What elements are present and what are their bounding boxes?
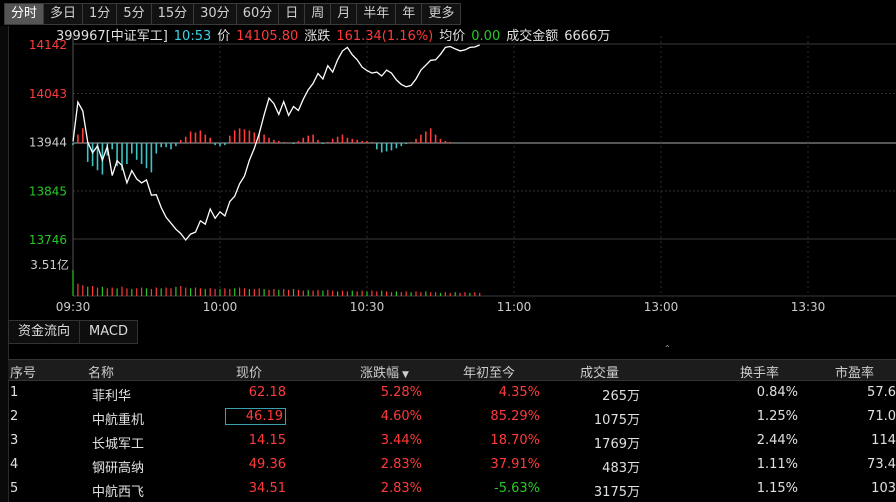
turnover-value: 6666万 — [564, 29, 611, 44]
period-tab[interactable]: 年 — [396, 3, 423, 25]
cell-volume: 483万 — [602, 461, 640, 476]
quote-time: 10:53 — [173, 29, 212, 44]
col-change-label: 涨跌幅 — [360, 366, 400, 381]
quote-info-bar: 399967[中证军工] 10:53 价 14105.80 涨跌 161.34(1.16%… — [56, 25, 616, 44]
cell-price: 62.18 — [248, 385, 286, 400]
intraday-chart[interactable]: 14142140431394413845137463.51亿 09:30 10:0… — [0, 25, 896, 320]
cell-ytd: 18.70% — [490, 433, 540, 448]
cell-change: 2.83% — [380, 457, 422, 472]
volume-axis-label: 3.51亿 — [30, 257, 69, 272]
cell-rank: 4 — [10, 457, 19, 472]
period-tab[interactable]: 日 — [279, 3, 306, 25]
period-tab[interactable]: 周 — [305, 3, 332, 25]
cell-price: 46.19 — [224, 408, 286, 425]
price-axis-label: 13944 — [29, 136, 67, 150]
cell-pe: 73.4 — [867, 457, 896, 472]
col-ytd[interactable]: 年初至今 — [463, 362, 515, 381]
period-tab[interactable]: 5分 — [117, 3, 152, 25]
col-change[interactable]: 涨跌幅 ▼ — [360, 362, 409, 381]
cell-rank: 5 — [10, 481, 19, 496]
col-turnover[interactable]: 换手率 — [740, 362, 779, 381]
cell-price: 34.51 — [248, 481, 286, 496]
price-axis-label: 13746 — [29, 233, 67, 247]
cell-pe: 71.0 — [867, 409, 896, 424]
cell-turnover: 1.25% — [756, 409, 798, 424]
tab-macd[interactable]: MACD — [80, 320, 138, 344]
cell-turnover: 2.44% — [756, 433, 798, 448]
sort-desc-icon: ▼ — [402, 370, 409, 380]
cell-ytd: 85.29% — [490, 409, 540, 424]
period-tab[interactable]: 1分 — [83, 3, 118, 25]
table-row[interactable]: 2 中航重机 46.19 4.60% 85.29% 1075万 1.25% 71.0 — [8, 405, 896, 429]
avg-label: 均价 — [439, 29, 466, 44]
cell-name: 钢研高纳 — [92, 461, 145, 476]
period-tab-bar: 分时 多日 1分 5分 15分 30分 60分日周月半年年更多 — [4, 3, 462, 25]
avg-value: 0.00 — [471, 29, 501, 44]
cell-rank: 3 — [10, 433, 19, 448]
tab-fund-flow[interactable]: 资金流向 — [8, 320, 81, 344]
cell-price: 49.36 — [248, 457, 286, 472]
time-axis-label: 09:30 — [56, 300, 91, 314]
cell-turnover: 1.11% — [756, 457, 798, 472]
period-tab[interactable]: 半年 — [357, 3, 397, 25]
change-value: 161.34(1.16%) — [336, 29, 434, 44]
cell-volume: 265万 — [602, 389, 640, 404]
cell-ytd: 37.91% — [490, 457, 540, 472]
constituents-table: 序号 名称 现价 涨跌幅 ▼ 年初至今 成交量 换手率 市盈率 1 菲利华 62.18… — [8, 359, 896, 501]
table-row[interactable]: 1 菲利华 62.18 5.28% 4.35% 265万 0.84% 57.6 — [8, 381, 896, 405]
cell-change: 4.60% — [380, 409, 422, 424]
time-axis-label: 10:00 — [203, 300, 238, 314]
cell-ytd: 4.35% — [498, 385, 540, 400]
turnover-label: 成交金额 — [506, 29, 559, 44]
cell-pe: 57.6 — [867, 385, 896, 400]
table-row[interactable]: 4 钢研高纳 49.36 2.83% 37.91% 483万 1.11% 73.4 — [8, 453, 896, 477]
cell-name: 中航重机 — [92, 413, 145, 428]
price-axis-label: 14043 — [29, 87, 67, 101]
table-row[interactable]: 5 中航西飞 34.51 2.83% -5.63% 3175万 1.15% 103 — [8, 477, 896, 501]
index-code: 399967[中证军工] — [56, 29, 168, 44]
col-rank[interactable]: 序号 — [10, 362, 36, 381]
period-tab[interactable]: 分时 — [4, 3, 45, 25]
price-label: 价 — [217, 29, 231, 44]
cell-price: 14.15 — [248, 433, 286, 448]
period-tab[interactable]: 多日 — [44, 3, 84, 25]
cell-name: 中航西飞 — [92, 485, 145, 500]
cell-rank: 1 — [10, 385, 19, 400]
collapse-handle-icon[interactable]: ⌃ — [664, 345, 674, 353]
cell-pe: 114 — [871, 433, 896, 448]
table-row[interactable]: 3 长城军工 14.15 3.44% 18.70% 1769万 2.44% 114 — [8, 429, 896, 453]
cell-turnover: 0.84% — [756, 385, 798, 400]
col-volume[interactable]: 成交量 — [580, 362, 619, 381]
period-tab[interactable]: 更多 — [422, 3, 462, 25]
col-price[interactable]: 现价 — [236, 362, 262, 381]
cell-change: 2.83% — [380, 481, 422, 496]
cell-volume: 1769万 — [593, 437, 640, 452]
table-header: 序号 名称 现价 涨跌幅 ▼ 年初至今 成交量 换手率 市盈率 — [8, 359, 896, 381]
period-tab[interactable]: 60分 — [236, 3, 280, 25]
cell-volume: 1075万 — [593, 413, 640, 428]
cell-volume: 3175万 — [593, 485, 640, 500]
period-tab[interactable]: 15分 — [151, 3, 195, 25]
cell-ytd: -5.63% — [494, 481, 540, 496]
period-tab[interactable]: 30分 — [194, 3, 237, 25]
col-name[interactable]: 名称 — [88, 362, 114, 381]
price-axis-label: 13845 — [29, 184, 67, 198]
cell-pe: 103 — [871, 481, 896, 496]
cell-change: 3.44% — [380, 433, 422, 448]
time-axis-label: 13:00 — [644, 300, 679, 314]
time-axis-label: 13:30 — [791, 300, 826, 314]
time-axis-label: 11:00 — [497, 300, 532, 314]
price-value: 14105.80 — [236, 29, 299, 44]
indicator-tab-bar: 资金流向 MACD — [8, 320, 138, 344]
period-tab[interactable]: 月 — [331, 3, 358, 25]
cell-rank: 2 — [10, 409, 19, 424]
time-axis-label: 10:30 — [350, 300, 385, 314]
cell-name: 菲利华 — [92, 389, 132, 404]
cell-change: 5.28% — [380, 385, 422, 400]
cell-turnover: 1.15% — [756, 481, 798, 496]
cell-name: 长城军工 — [92, 437, 145, 452]
col-pe[interactable]: 市盈率 — [835, 362, 874, 381]
change-label: 涨跌 — [304, 29, 331, 44]
